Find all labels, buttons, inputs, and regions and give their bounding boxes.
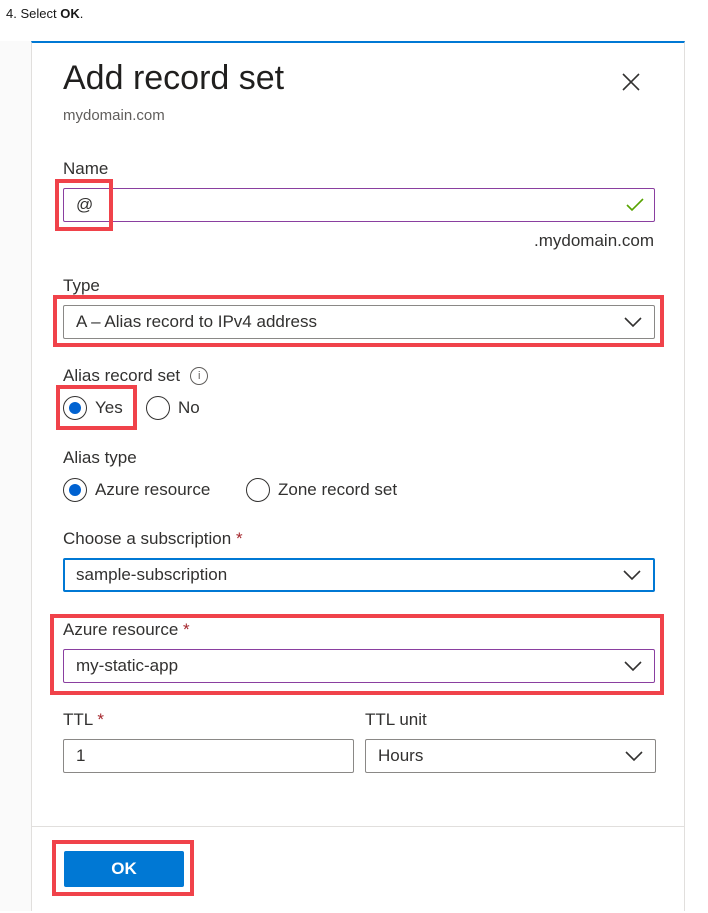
radio-label: Zone record set xyxy=(278,480,398,499)
ttl-unit-dropdown-value: Hours xyxy=(378,746,424,765)
chevron-down-icon xyxy=(625,751,643,762)
chevron-down-icon xyxy=(624,317,642,328)
name-label: Name xyxy=(63,159,109,178)
background-page-strip xyxy=(0,41,31,911)
azure-resource-dropdown-value: my-static-app xyxy=(76,656,179,675)
ttl-unit-dropdown[interactable]: Hours xyxy=(365,739,656,773)
ttl-unit-label: TTL unit xyxy=(365,710,427,729)
azure-resource-label: Azure resource * xyxy=(63,620,190,639)
radio-empty-icon xyxy=(146,396,170,420)
name-input-value: @ xyxy=(76,195,94,214)
alias-type-label: Alias type xyxy=(63,448,137,467)
instruction-text: 4. Select OK. xyxy=(6,6,84,21)
chevron-down-icon xyxy=(624,661,642,672)
close-icon[interactable] xyxy=(620,71,642,93)
radio-selected-icon xyxy=(63,478,87,502)
alias-type-zone-record-set-radio[interactable]: Zone record set xyxy=(246,478,397,502)
alias-yes-radio[interactable]: Yes xyxy=(63,396,123,420)
chevron-down-icon xyxy=(623,570,641,581)
subscription-dropdown-value: sample-subscription xyxy=(76,565,228,584)
radio-selected-icon xyxy=(63,396,87,420)
domain-suffix: .mydomain.com xyxy=(534,231,654,250)
ttl-input[interactable]: 1 xyxy=(63,739,354,773)
radio-empty-icon xyxy=(246,478,270,502)
ttl-label: TTL * xyxy=(63,710,104,729)
alias-type-azure-resource-radio[interactable]: Azure resource xyxy=(63,478,210,502)
radio-label: Yes xyxy=(95,398,123,417)
type-dropdown-value: A – Alias record to IPv4 address xyxy=(76,312,317,331)
type-dropdown[interactable]: A – Alias record to IPv4 address xyxy=(63,305,655,339)
azure-resource-dropdown[interactable]: my-static-app xyxy=(63,649,655,683)
dialog-subtitle: mydomain.com xyxy=(63,107,165,124)
alias-no-radio[interactable]: No xyxy=(146,396,200,420)
ok-button[interactable]: OK xyxy=(64,851,184,887)
name-input[interactable]: @ xyxy=(63,188,655,222)
alias-record-set-label: Alias record set i xyxy=(63,366,209,386)
ttl-input-value: 1 xyxy=(76,746,86,765)
footer-divider xyxy=(32,826,684,827)
add-record-set-panel: Add record set mydomain.com Name @ .mydo… xyxy=(31,41,685,911)
subscription-label: Choose a subscription * xyxy=(63,529,243,548)
subscription-dropdown[interactable]: sample-subscription xyxy=(63,558,655,592)
radio-label: Azure resource xyxy=(95,480,211,499)
checkmark-icon xyxy=(626,198,644,212)
type-label: Type xyxy=(63,276,100,295)
info-icon[interactable]: i xyxy=(190,367,209,385)
dialog-title: Add record set xyxy=(63,59,285,97)
radio-label: No xyxy=(178,398,200,417)
